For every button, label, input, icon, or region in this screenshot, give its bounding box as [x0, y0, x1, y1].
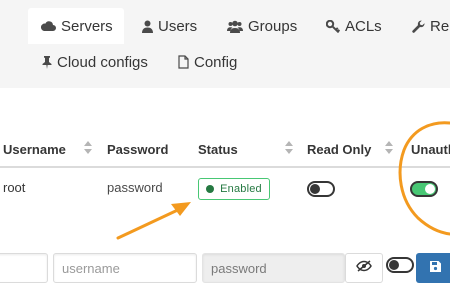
tab-groups[interactable]: Groups — [227, 8, 297, 44]
tab-label: Cloud configs — [57, 53, 148, 71]
tab-servers[interactable]: Servers — [28, 8, 124, 44]
tab-label: Config — [194, 53, 238, 71]
status-text: Enabled — [220, 183, 262, 195]
header-password[interactable]: Password — [107, 142, 168, 157]
new-entry-field[interactable] — [0, 253, 48, 283]
cell-username: root — [3, 180, 26, 195]
tab-label: Groups — [248, 17, 298, 35]
cloud-icon — [40, 20, 56, 32]
header-username[interactable]: Username — [3, 142, 66, 157]
header-status[interactable]: Status — [198, 142, 238, 157]
save-icon — [430, 259, 441, 277]
tab-label: Users — [158, 17, 198, 35]
tab-re[interactable]: Re — [412, 8, 449, 44]
annotation-arrow-line — [116, 206, 184, 240]
password-input[interactable] — [202, 253, 345, 283]
key-icon — [326, 19, 340, 33]
sort-icon[interactable] — [285, 141, 293, 155]
users-icon — [227, 20, 243, 33]
tab-label: Servers — [61, 17, 113, 35]
sort-icon[interactable] — [84, 141, 92, 155]
tab-label: Re — [430, 17, 450, 35]
unauth-toggle[interactable] — [410, 181, 438, 197]
cell-password: password — [107, 180, 163, 195]
file-icon — [178, 55, 189, 69]
tab-config[interactable]: Config — [178, 44, 237, 80]
status-badge: Enabled — [198, 178, 270, 200]
username-input[interactable] — [53, 253, 197, 283]
toggle-password-visibility-button[interactable] — [345, 253, 383, 283]
save-button[interactable] — [416, 253, 450, 283]
tab-bar: Servers Users Groups ACLs Re Cloud confi… — [0, 0, 450, 88]
tab-users[interactable]: Users — [142, 8, 197, 44]
status-dot-icon — [206, 185, 215, 193]
read-only-toggle[interactable] — [307, 181, 335, 197]
sort-icon[interactable] — [385, 141, 393, 155]
tab-acls[interactable]: ACLs — [326, 8, 382, 44]
tab-label: ACLs — [345, 17, 382, 35]
tab-cloud-configs[interactable]: Cloud configs — [42, 44, 148, 80]
header-read-only[interactable]: Read Only — [307, 142, 371, 157]
table-header: Username Password Status Read Only Unaut… — [0, 130, 450, 168]
user-icon — [142, 20, 153, 33]
new-read-only-toggle[interactable] — [386, 257, 414, 273]
pin-icon — [42, 55, 52, 69]
header-unauth[interactable]: Unauth — [411, 142, 450, 157]
wrench-icon — [412, 20, 425, 33]
eye-slash-icon — [356, 259, 372, 277]
